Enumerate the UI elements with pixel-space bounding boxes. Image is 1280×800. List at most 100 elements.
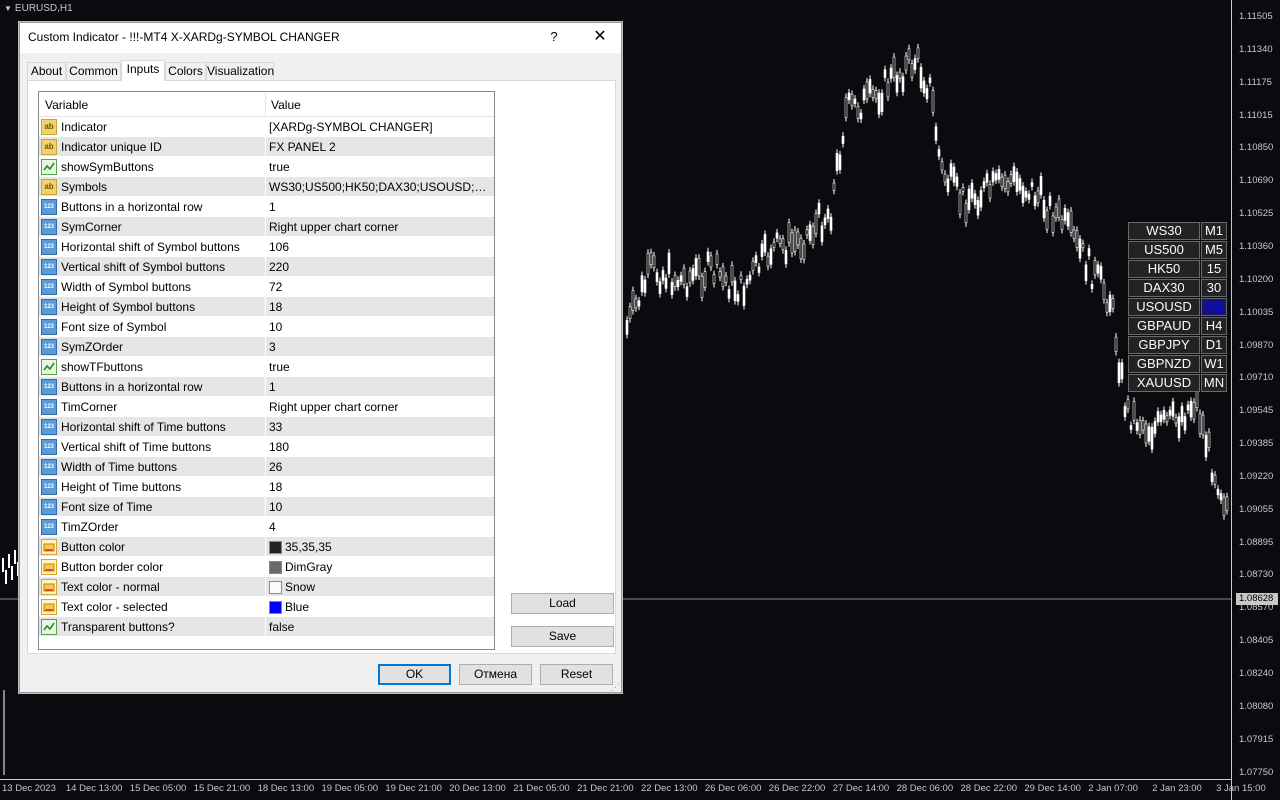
- timeframe-button-mn[interactable]: MN: [1201, 374, 1227, 392]
- input-row[interactable]: 123 Font size of Symbol 10: [39, 317, 494, 337]
- symbol-button-dax30[interactable]: DAX30: [1128, 279, 1200, 297]
- input-row[interactable]: 123 Height of Time buttons 18: [39, 477, 494, 497]
- load-button[interactable]: Load: [511, 593, 614, 614]
- input-value[interactable]: DimGray: [285, 560, 494, 574]
- input-value[interactable]: 72: [269, 280, 489, 294]
- tab-common[interactable]: Common: [66, 62, 121, 81]
- symbol-button-xauusd[interactable]: XAUUSD: [1128, 374, 1200, 392]
- resize-grip-icon[interactable]: ⋰: [611, 682, 620, 693]
- close-button[interactable]: ✕: [588, 27, 612, 47]
- symbol-button-gbpaud[interactable]: GBPAUD: [1128, 317, 1200, 335]
- input-value[interactable]: false: [269, 620, 489, 634]
- candle-body: [1186, 404, 1190, 411]
- input-row[interactable]: 123 Buttons in a horizontal row 1: [39, 377, 494, 397]
- timeframe-button-m5[interactable]: M5: [1201, 241, 1227, 259]
- tab-inputs[interactable]: Inputs: [121, 60, 165, 81]
- timeframe-button-30[interactable]: 30: [1201, 279, 1227, 297]
- input-row[interactable]: 123 Width of Symbol buttons 72: [39, 277, 494, 297]
- reset-button[interactable]: Reset: [540, 664, 613, 685]
- input-row[interactable]: 123 TimCorner Right upper chart corner: [39, 397, 494, 417]
- candle-body: [646, 252, 650, 275]
- cancel-button[interactable]: Отмена: [459, 664, 532, 685]
- input-value[interactable]: 180: [269, 440, 489, 454]
- candle-body: [838, 154, 842, 170]
- timeframe-button-h4[interactable]: H4: [1201, 317, 1227, 335]
- dialog-titlebar[interactable]: Custom Indicator - !!!-MT4 X-XARDg-SYMBO…: [20, 23, 621, 53]
- input-value[interactable]: Right upper chart corner: [269, 220, 489, 234]
- input-value[interactable]: Right upper chart corner: [269, 400, 489, 414]
- input-row[interactable]: ab Indicator unique ID FX PANEL 2: [39, 137, 494, 157]
- ok-button[interactable]: OK: [378, 664, 451, 685]
- color-swatch[interactable]: [269, 541, 282, 554]
- candle-body: [1057, 198, 1061, 218]
- save-button[interactable]: Save: [511, 626, 614, 647]
- input-row[interactable]: 123 Vertical shift of Time buttons 180: [39, 437, 494, 457]
- input-value[interactable]: 106: [269, 240, 489, 254]
- symbol-button-us500[interactable]: US500: [1128, 241, 1200, 259]
- input-value[interactable]: 4: [269, 520, 489, 534]
- input-value[interactable]: 18: [269, 480, 489, 494]
- input-value[interactable]: 1: [269, 380, 489, 394]
- input-value[interactable]: 33: [269, 420, 489, 434]
- timeframe-button-15[interactable]: 15: [1201, 260, 1227, 278]
- color-swatch[interactable]: [269, 601, 282, 614]
- color-swatch[interactable]: [269, 561, 282, 574]
- symbol-button-ws30[interactable]: WS30: [1128, 222, 1200, 240]
- symbol-button-hk50[interactable]: HK50: [1128, 260, 1200, 278]
- input-value[interactable]: 3: [269, 340, 489, 354]
- symbol-button-usousd[interactable]: USOUSD: [1128, 298, 1200, 316]
- input-row[interactable]: Button border color DimGray: [39, 557, 494, 577]
- input-row[interactable]: ab Symbols WS30;US500;HK50;DAX30;USOUSD;GB…: [39, 177, 494, 197]
- input-row[interactable]: 123 Vertical shift of Symbol buttons 220: [39, 257, 494, 277]
- tab-about[interactable]: About: [27, 62, 66, 81]
- input-value[interactable]: 18: [269, 300, 489, 314]
- input-value[interactable]: 220: [269, 260, 489, 274]
- input-value[interactable]: FX PANEL 2: [269, 140, 489, 154]
- input-row[interactable]: 123 Font size of Time 10: [39, 497, 494, 517]
- input-value[interactable]: 26: [269, 460, 489, 474]
- input-row[interactable]: 123 SymZOrder 3: [39, 337, 494, 357]
- input-value[interactable]: Blue: [285, 600, 494, 614]
- input-value[interactable]: 10: [269, 320, 489, 334]
- input-value[interactable]: true: [269, 160, 489, 174]
- price-axis-label: 1.10035: [1239, 306, 1274, 318]
- input-row[interactable]: 123 Height of Symbol buttons 18: [39, 297, 494, 317]
- input-row[interactable]: Text color - normal Snow: [39, 577, 494, 597]
- input-variable-name: TimZOrder: [61, 520, 119, 534]
- input-row[interactable]: 123 Buttons in a horizontal row 1: [39, 197, 494, 217]
- timeframe-button-d1[interactable]: D1: [1201, 336, 1227, 354]
- input-value[interactable]: Snow: [285, 580, 494, 594]
- price-axis-label: 1.08240: [1239, 668, 1274, 679]
- input-row[interactable]: 123 Horizontal shift of Symbol buttons 106: [39, 237, 494, 257]
- timeframe-button-h1[interactable]: H1: [1201, 298, 1227, 316]
- symbol-button-gbpnzd[interactable]: GBPNZD: [1128, 355, 1200, 373]
- timeframe-button-w1[interactable]: W1: [1201, 355, 1227, 373]
- input-value[interactable]: true: [269, 360, 489, 374]
- input-row[interactable]: Text color - selected Blue: [39, 597, 494, 617]
- input-row[interactable]: showSymButtons true: [39, 157, 494, 177]
- input-value[interactable]: WS30;US500;HK50;DAX30;USOUSD;GBP...: [269, 180, 489, 194]
- input-value[interactable]: [XARDg-SYMBOL CHANGER]: [269, 120, 489, 134]
- candle-body: [1093, 260, 1097, 276]
- input-row[interactable]: showTFbuttons true: [39, 357, 494, 377]
- tab-visualization[interactable]: Visualization: [206, 62, 274, 81]
- timeframe-button-m1[interactable]: M1: [1201, 222, 1227, 240]
- column-header-value[interactable]: Value: [271, 98, 301, 112]
- column-header-variable[interactable]: Variable: [45, 98, 88, 112]
- help-button[interactable]: ?: [544, 27, 564, 47]
- input-row[interactable]: 123 TimZOrder 4: [39, 517, 494, 537]
- input-row[interactable]: Transparent buttons? false: [39, 617, 494, 637]
- color-swatch[interactable]: [269, 581, 282, 594]
- tab-colors[interactable]: Colors: [165, 62, 206, 81]
- input-row[interactable]: Button color 35,35,35: [39, 537, 494, 557]
- input-row[interactable]: 123 Width of Time buttons 26: [39, 457, 494, 477]
- symbol-button-gbpjpy[interactable]: GBPJPY: [1128, 336, 1200, 354]
- input-value[interactable]: 1: [269, 200, 489, 214]
- time-axis-label: 2 Jan 23:00: [1152, 783, 1202, 794]
- input-row[interactable]: ab Indicator [XARDg-SYMBOL CHANGER]: [39, 117, 494, 137]
- input-row[interactable]: 123 Horizontal shift of Time buttons 33: [39, 417, 494, 437]
- input-value[interactable]: 35,35,35: [285, 540, 494, 554]
- input-value[interactable]: 10: [269, 500, 489, 514]
- input-row[interactable]: 123 SymCorner Right upper chart corner: [39, 217, 494, 237]
- input-variable-name: SymZOrder: [61, 340, 124, 354]
